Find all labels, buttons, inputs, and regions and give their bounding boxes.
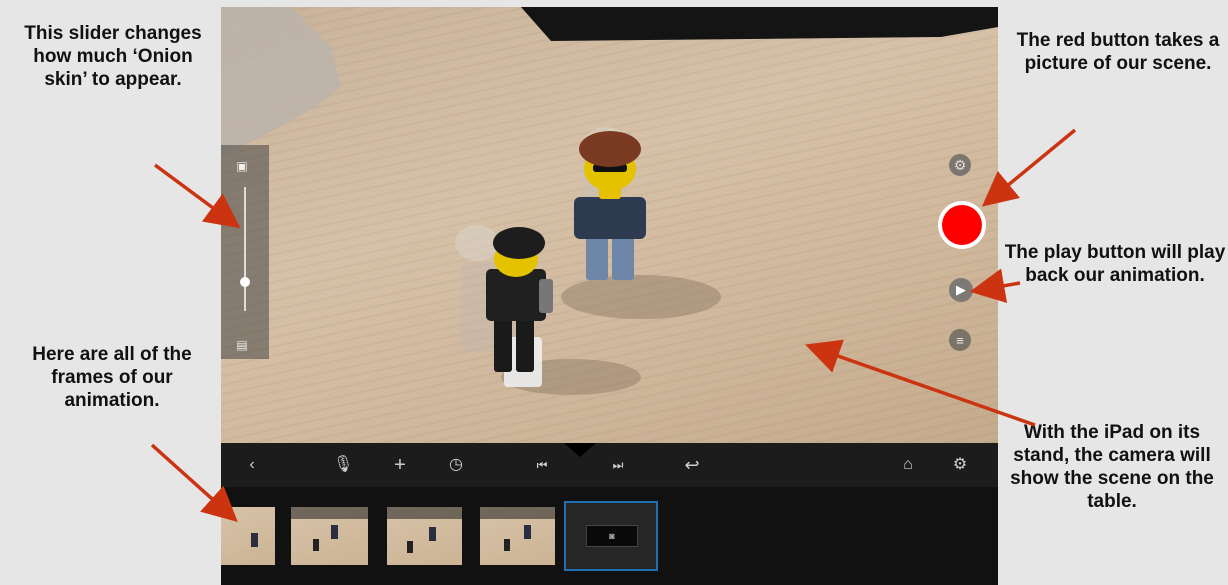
- camera-settings-button[interactable]: ⚙: [949, 154, 971, 176]
- skip-first-button[interactable]: ⏮: [533, 454, 551, 476]
- new-frame-placeholder[interactable]: ◙: [564, 501, 658, 571]
- frame-thumbnail[interactable]: [387, 507, 462, 565]
- red-button-annotation: The red button takes a picture of our sc…: [1016, 30, 1220, 74]
- microphone-icon: 🎙: [333, 456, 354, 473]
- play-icon: ▶: [956, 282, 966, 297]
- chevron-left-icon: ‹: [249, 456, 255, 473]
- share-button[interactable]: ⌂: [899, 454, 917, 476]
- figure-hair: [579, 131, 641, 167]
- share-icon: ⌂: [903, 456, 913, 473]
- frame-thumbnail[interactable]: [480, 507, 555, 565]
- onion-skin-slider[interactable]: [244, 187, 246, 311]
- undo-icon: ↩: [684, 455, 700, 475]
- dark-box: [521, 7, 998, 41]
- undo-button[interactable]: ↩: [683, 454, 701, 476]
- capture-red-dot: [942, 205, 982, 245]
- filmstrip: ◙: [221, 487, 998, 585]
- add-button[interactable]: +: [391, 454, 409, 476]
- skip-first-icon: ⏮: [536, 458, 548, 472]
- figure-hair-2: [493, 227, 545, 259]
- toolbar: ‹ 🎙 + ◷ ⏮ ⏭ ↩ ⌂ ⚙: [221, 443, 998, 487]
- camera-icon: ◙: [586, 525, 638, 547]
- figure-arm: [539, 279, 553, 313]
- stop-motion-app: ▣ ▤ ⚙ ▶ ≡ ‹ 🎙 + ◷ ⏮ ⏭ ↩ ⌂ ⚙ ◙: [221, 7, 998, 585]
- camera-scene: [221, 7, 998, 395]
- settings-icon: ⚙: [952, 456, 968, 473]
- figure-legs: [586, 232, 608, 280]
- onion-skin-min-icon: ▤: [236, 338, 248, 352]
- menu-button[interactable]: ≡: [949, 329, 971, 351]
- frames-annotation: Here are all of the frames of our animat…: [32, 344, 192, 411]
- onion-skin-max-icon: ▣: [236, 159, 248, 173]
- ghost-head-2: [455, 225, 499, 261]
- slider-annotation: This slider changes how much ‘Onion skin…: [24, 23, 202, 90]
- toolbar-notch: [564, 443, 596, 457]
- play-button-annotation: The play button will play back our anima…: [1004, 242, 1226, 286]
- camera-viewfinder: ▣ ▤ ⚙ ▶ ≡: [221, 7, 998, 443]
- timer-icon: ◷: [449, 456, 463, 473]
- back-button[interactable]: ‹: [243, 454, 261, 476]
- plus-icon: +: [394, 454, 406, 476]
- skip-last-button[interactable]: ⏭: [609, 454, 627, 476]
- paper-sheet: [221, 7, 341, 157]
- skip-last-icon: ⏭: [612, 458, 624, 472]
- frame-thumbnail[interactable]: [221, 507, 275, 565]
- figure-torso: [574, 197, 646, 239]
- timer-button[interactable]: ◷: [447, 454, 465, 476]
- play-button[interactable]: ▶: [949, 278, 973, 302]
- ipad-camera-annotation: With the iPad on its stand, the camera w…: [1010, 422, 1214, 512]
- figure-shadow: [561, 275, 721, 319]
- gear-icon: ⚙: [953, 156, 967, 173]
- capture-button[interactable]: [938, 201, 986, 249]
- frame-thumbnail[interactable]: [291, 507, 368, 565]
- menu-icon: ≡: [956, 332, 964, 348]
- record-audio-button[interactable]: 🎙: [333, 454, 353, 476]
- frames-arrow: [150, 443, 238, 523]
- onion-skin-slider-knob[interactable]: [240, 277, 250, 288]
- settings-button[interactable]: ⚙: [951, 454, 969, 476]
- onion-skin-slider-panel: ▣ ▤: [221, 145, 269, 359]
- red-button-arrow: [981, 128, 1077, 207]
